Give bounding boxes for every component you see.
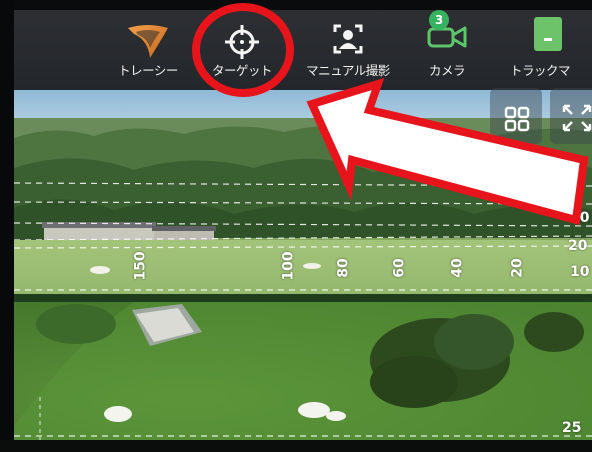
tool-camera-label: カメラ [428,63,466,78]
distance-marker-right-50: 50 [570,210,590,226]
distance-marker-60: 60 [391,258,408,278]
tool-camera-button[interactable]: 3 カメラ [406,10,488,90]
tool-trackman-button[interactable]: トラックマ [504,10,592,90]
camera-count-badge: 3 [429,10,449,30]
fullscreen-button[interactable] [550,88,592,144]
view-divider [14,294,592,302]
distance-marker-right-20: 20 [568,238,588,254]
screen-bezel-bottom [0,440,592,452]
tool-tracer-button[interactable]: トレーシー [102,10,194,90]
screen-bezel-left [0,0,14,452]
distance-marker-40: 40 [449,258,466,278]
screen-bezel-top [0,0,592,10]
grid-view-button[interactable] [490,88,542,144]
grid-icon [504,106,530,136]
tool-trackman-label: トラックマ [510,63,571,78]
manual-shot-icon [331,22,365,60]
tracer-icon [126,22,170,64]
distance-marker-80: 80 [335,258,352,278]
top-toolbar: トレーシー ターゲット マニュアル撮影 3 カメラ トラックマ [14,10,592,90]
tool-manual-shot-button[interactable]: マニュアル撮影 [290,10,406,90]
distance-marker-near-25: 25 [562,420,582,436]
trackman-icon [533,16,563,56]
near-fairway [4,302,592,440]
distance-marker-right-10: 10 [570,264,590,280]
tool-target-button[interactable]: ターゲット [194,10,290,90]
app-frame: トレーシー ターゲット マニュアル撮影 3 カメラ トラックマ 150 100 … [0,0,592,452]
camera-icon [425,24,469,54]
far-fairway [13,240,592,296]
distance-marker-100: 100 [280,251,297,281]
tool-tracer-label: トレーシー [118,63,178,78]
fullscreen-icon [562,104,592,136]
distance-marker-150: 150 [132,251,149,281]
distance-marker-20: 20 [509,258,526,278]
tool-target-label: ターゲット [211,63,273,78]
tool-manual-shot-label: マニュアル撮影 [306,63,390,78]
